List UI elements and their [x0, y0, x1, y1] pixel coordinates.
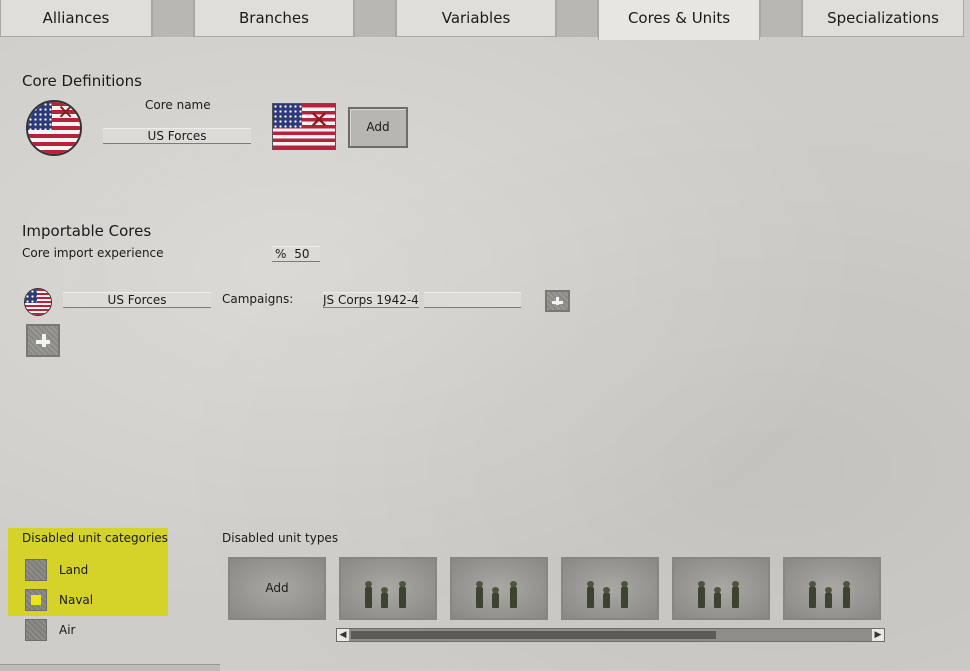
soldier-icon	[621, 581, 628, 608]
checkbox-naval[interactable]	[25, 589, 47, 611]
campaign-input-2[interactable]	[424, 292, 521, 308]
soldier-icon	[365, 581, 372, 608]
experience-value: 50	[294, 247, 310, 261]
soldier-icon	[714, 587, 721, 608]
unit-type-card[interactable]	[561, 557, 659, 620]
import-core-name-input[interactable]	[63, 292, 211, 308]
soldier-icon	[698, 581, 705, 608]
importable-cores-title: Importable Cores	[22, 222, 152, 240]
flag-canton	[28, 102, 52, 131]
add-unit-type-button[interactable]: Add	[228, 557, 326, 620]
flag-canton	[273, 104, 302, 129]
soldier-icon	[476, 581, 483, 608]
soldier-icon	[732, 581, 739, 608]
disabled-unit-categories-title: Disabled unit categories	[22, 531, 168, 545]
soldier-icon	[603, 587, 610, 608]
tab-alliances[interactable]: Alliances	[0, 0, 152, 37]
unit-type-card[interactable]	[672, 557, 770, 620]
soldier-icon	[587, 581, 594, 608]
tab-specializations[interactable]: Specializations	[802, 0, 964, 37]
tab-bar: Alliances Branches Variables Cores & Uni…	[0, 0, 970, 40]
core-name-label: Core name	[145, 98, 211, 112]
unit-types-scrollbar[interactable]: ◀ ▶	[336, 628, 885, 642]
us-flag-icon[interactable]	[24, 288, 52, 316]
soldier-icon	[843, 581, 850, 608]
tab-label: Cores & Units	[627, 9, 731, 27]
add-importable-core-button[interactable]	[26, 324, 60, 357]
soldier-icon	[492, 587, 499, 608]
soldier-icon	[381, 587, 388, 608]
soldier-icon	[510, 581, 517, 608]
core-import-experience-label: Core import experience	[22, 246, 164, 260]
percent-prefix: %	[275, 247, 287, 261]
tab-label: Specializations	[827, 9, 939, 27]
checkbox-air-label: Air	[59, 623, 76, 637]
tab-spacer	[152, 0, 194, 37]
core-name-input[interactable]	[103, 128, 251, 144]
checkbox-naval-label: Naval	[59, 593, 94, 607]
tab-label: Branches	[239, 9, 309, 27]
campaigns-label: Campaigns:	[222, 292, 294, 306]
flag-canton	[25, 289, 37, 304]
core-definitions-title: Core Definitions	[22, 72, 142, 90]
add-campaign-button[interactable]	[545, 290, 570, 312]
scroll-right-arrow-icon[interactable]: ▶	[872, 629, 884, 641]
core-import-experience-field[interactable]: % 50	[272, 246, 320, 262]
checkbox-air[interactable]	[25, 619, 47, 641]
tab-spacer	[760, 0, 802, 37]
unit-type-card[interactable]	[450, 557, 548, 620]
tab-cores-units[interactable]: Cores & Units	[598, 0, 760, 40]
us-flag-icon[interactable]: ✕	[26, 100, 82, 156]
tab-variables[interactable]: Variables	[396, 0, 556, 37]
checkbox-land[interactable]	[25, 559, 47, 581]
us-flag-icon[interactable]: ✕	[272, 103, 336, 150]
add-core-button[interactable]: Add	[348, 107, 408, 148]
tab-label: Variables	[441, 9, 511, 27]
checkbox-land-label: Land	[59, 563, 89, 577]
cross-mark-icon: ✕	[57, 100, 74, 124]
scroll-left-arrow-icon[interactable]: ◀	[337, 629, 349, 641]
tab-label: Alliances	[42, 9, 110, 27]
disabled-unit-types-title: Disabled unit types	[222, 531, 339, 545]
unit-type-card[interactable]	[783, 557, 881, 620]
soldier-icon	[399, 581, 406, 608]
campaign-input[interactable]	[323, 292, 419, 308]
tab-branches[interactable]: Branches	[194, 0, 354, 37]
unit-type-card[interactable]	[339, 557, 437, 620]
soldier-icon	[825, 587, 832, 608]
scroll-thumb[interactable]	[351, 631, 716, 639]
tab-spacer	[354, 0, 396, 37]
cross-mark-icon: ✕	[309, 106, 330, 134]
tab-spacer	[556, 0, 598, 37]
soldier-icon	[809, 581, 816, 608]
